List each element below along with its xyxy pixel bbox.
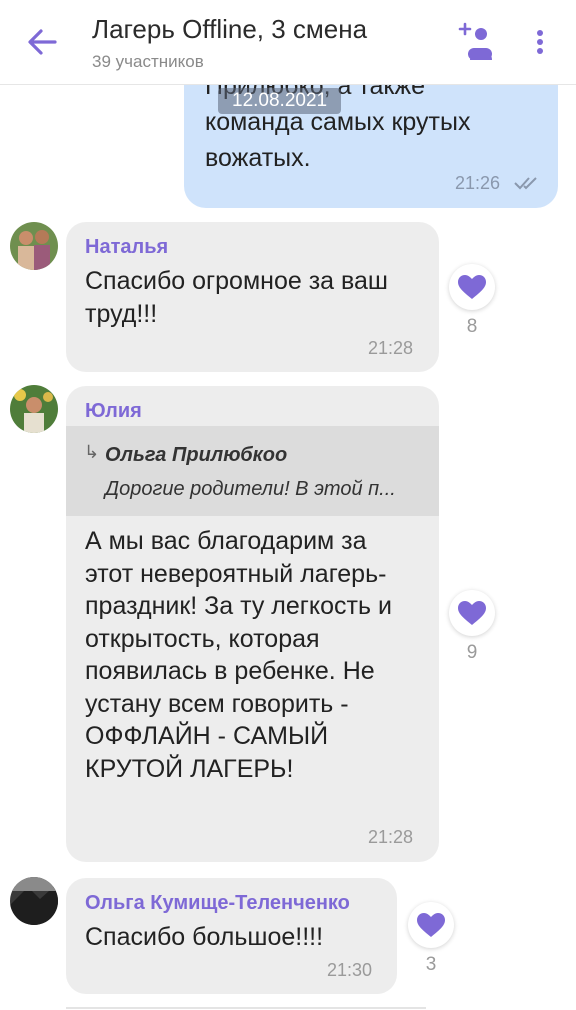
read-ticks-icon xyxy=(514,177,537,190)
date-separator: 12.08.2021 xyxy=(218,88,342,114)
message-text: Спасибо большое!!!! xyxy=(85,923,324,951)
like-button[interactable] xyxy=(449,264,495,310)
like-count: 3 xyxy=(425,954,437,975)
like-count: 9 xyxy=(466,642,478,663)
add-participant-button[interactable] xyxy=(455,20,499,64)
chat-title[interactable]: Лагерь Offline, 3 смена xyxy=(92,14,367,45)
reply-arrow-icon: ↳ xyxy=(84,442,100,462)
heart-icon xyxy=(458,275,486,299)
sender-name[interactable]: Ольга Кумище-Теленченко xyxy=(85,892,350,915)
back-button[interactable] xyxy=(22,22,62,62)
heart-icon xyxy=(458,601,486,625)
avatar[interactable] xyxy=(10,222,58,270)
message-text: А мы вас благодарим за этот невероятный … xyxy=(85,527,392,783)
like-button[interactable] xyxy=(449,590,495,636)
more-options-button[interactable] xyxy=(528,24,552,60)
add-user-icon xyxy=(458,22,492,60)
message-time: 21:28 xyxy=(368,827,414,847)
more-vertical-icon xyxy=(537,30,543,54)
participant-count[interactable]: 39 участников xyxy=(92,52,204,72)
back-arrow-icon xyxy=(28,29,57,55)
avatar[interactable] xyxy=(10,877,58,925)
quoted-author: Ольга Прилюбкоо xyxy=(105,444,288,466)
avatar[interactable] xyxy=(10,385,58,433)
outgoing-message-time: 21:26 xyxy=(455,173,501,193)
chat-header: Лагерь Offline, 3 смена 39 участников xyxy=(0,0,576,85)
message-time: 21:28 xyxy=(368,338,414,358)
divider xyxy=(66,1007,426,1009)
message-text: Спасибо огромное за ваш труд!!! xyxy=(85,267,388,328)
quoted-text: Дорогие родители! В этой п... xyxy=(105,478,396,500)
user-photo-icon xyxy=(10,222,58,270)
quoted-reply[interactable] xyxy=(66,426,439,516)
like-button[interactable] xyxy=(408,902,454,948)
sender-name[interactable]: Юлия xyxy=(85,400,142,423)
heart-icon xyxy=(417,913,445,937)
sender-name[interactable]: Наталья xyxy=(85,236,168,259)
user-photo-icon xyxy=(10,385,58,433)
message-time: 21:30 xyxy=(327,960,373,980)
user-photo-icon xyxy=(10,877,58,925)
like-count: 8 xyxy=(466,316,478,337)
